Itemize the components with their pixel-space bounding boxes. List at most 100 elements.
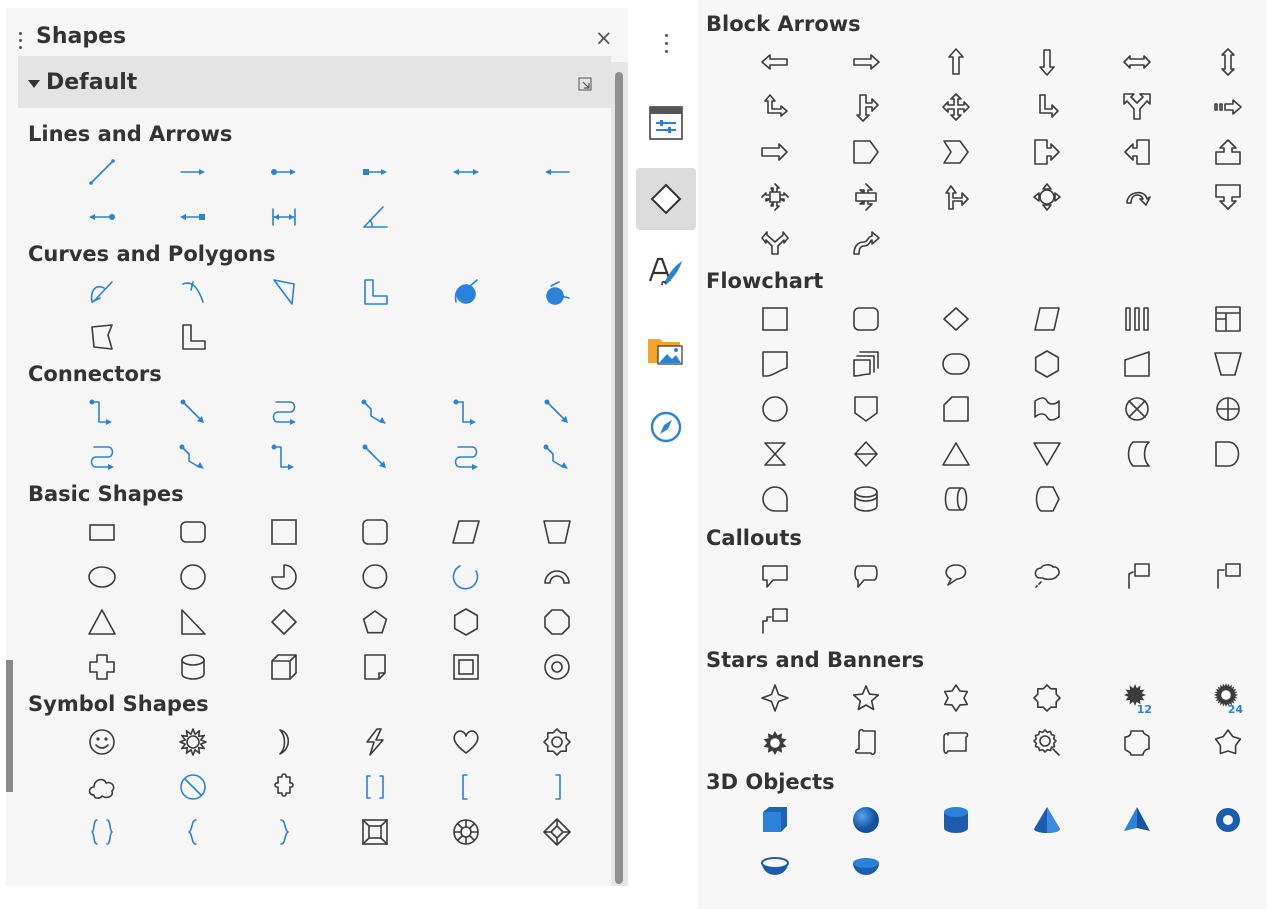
tab-styles[interactable] — [636, 240, 696, 302]
fc-summing-junction-icon[interactable] — [1115, 389, 1159, 429]
line-dot-arrow-icon[interactable] — [262, 152, 306, 192]
line-arrow-dot-left-icon[interactable] — [80, 197, 124, 237]
right-brace-icon[interactable] — [262, 812, 306, 852]
fc-data-icon[interactable] — [1025, 299, 1069, 339]
filled-curve-icon[interactable] — [444, 272, 488, 312]
scroll-horizontal-icon[interactable] — [934, 723, 978, 763]
cloud-icon[interactable] — [80, 767, 124, 807]
puzzle-icon[interactable] — [262, 767, 306, 807]
fc-connector-icon[interactable] — [753, 389, 797, 429]
panel-grip-icon[interactable] — [19, 32, 23, 52]
lightning-icon[interactable] — [353, 722, 397, 762]
arrow-up-right-icon[interactable] — [753, 87, 797, 127]
star-5-icon[interactable] — [844, 678, 888, 718]
star-4-icon[interactable] — [753, 678, 797, 718]
cross-icon[interactable] — [80, 647, 124, 687]
fc-manual-operation-icon[interactable] — [1206, 344, 1250, 384]
frame-icon[interactable] — [444, 647, 488, 687]
polygon-filled-icon[interactable] — [80, 317, 124, 357]
moon-icon[interactable] — [262, 722, 306, 762]
double-brace-icon[interactable] — [80, 812, 124, 852]
circle-pie-icon[interactable] — [262, 557, 306, 597]
line-arrow-square-left-icon[interactable] — [171, 197, 215, 237]
arrow-left-right-icon[interactable] — [1115, 42, 1159, 82]
line-icon[interactable] — [80, 152, 124, 192]
scroll-vertical-icon[interactable] — [844, 723, 888, 763]
rounded-square-icon[interactable] — [353, 512, 397, 552]
connector-line-icon[interactable] — [535, 392, 579, 432]
angle-line-icon[interactable] — [353, 197, 397, 237]
expand-corner-icon[interactable] — [577, 76, 593, 92]
callout-line-3-icon[interactable] — [753, 601, 797, 641]
concave-star-icon[interactable] — [1206, 723, 1250, 763]
pyramid-3d-icon[interactable] — [1115, 800, 1159, 840]
callout-line-2-icon[interactable] — [1206, 556, 1250, 596]
arrow-4way-circle-icon[interactable] — [1025, 177, 1069, 217]
shell-3d-icon[interactable] — [753, 845, 797, 885]
default-group-header[interactable]: Default — [18, 56, 611, 108]
callout-arrow-right-icon[interactable] — [1025, 132, 1069, 172]
connector-elbow-icon[interactable] — [262, 437, 306, 477]
star-6-icon[interactable] — [934, 678, 978, 718]
arrow-down-icon[interactable] — [1025, 42, 1069, 82]
callout-line-1-icon[interactable] — [1115, 556, 1159, 596]
arrow-split-up-icon[interactable] — [753, 222, 797, 262]
right-triangle-icon[interactable] — [171, 602, 215, 642]
arrow-up-icon[interactable] — [934, 42, 978, 82]
cube-3d-icon[interactable] — [753, 800, 797, 840]
fc-offpage-connector-icon[interactable] — [844, 389, 888, 429]
bezier-icon[interactable] — [171, 272, 215, 312]
star-24-icon[interactable]: 24 — [1206, 678, 1250, 718]
callout-arrow-up-icon[interactable] — [1206, 132, 1250, 172]
doorplate-icon[interactable] — [1115, 723, 1159, 763]
fc-process-icon[interactable] — [753, 299, 797, 339]
left-brace-icon[interactable] — [171, 812, 215, 852]
tab-shapes[interactable] — [636, 168, 696, 230]
fc-display-icon[interactable] — [1025, 479, 1069, 519]
tab-gallery[interactable] — [636, 320, 696, 382]
fc-direct-access-icon[interactable] — [934, 479, 978, 519]
pentagon-icon[interactable] — [353, 602, 397, 642]
folded-corner-icon[interactable] — [353, 647, 397, 687]
fc-multidocument-icon[interactable] — [844, 344, 888, 384]
right-bracket-icon[interactable] — [535, 767, 579, 807]
star-12-icon[interactable]: 12 — [1115, 678, 1159, 718]
parallelogram-icon[interactable] — [444, 512, 488, 552]
sphere-3d-icon[interactable] — [844, 800, 888, 840]
signet-icon[interactable] — [1025, 723, 1069, 763]
polygon-45-outline-icon[interactable] — [171, 317, 215, 357]
arrow-right-down-icon[interactable] — [844, 87, 888, 127]
fc-alternate-process-icon[interactable] — [844, 299, 888, 339]
connector-elbow-2-icon[interactable] — [535, 437, 579, 477]
rounded-rectangle-icon[interactable] — [171, 512, 215, 552]
square-bevel-icon[interactable] — [353, 812, 397, 852]
panel-resize-handle[interactable] — [6, 660, 13, 792]
arrow-up-down-icon[interactable] — [1206, 42, 1250, 82]
filled-blob-icon[interactable] — [535, 272, 579, 312]
fc-preparation-icon[interactable] — [1025, 344, 1069, 384]
fc-document-icon[interactable] — [753, 344, 797, 384]
tab-navigator[interactable] — [636, 396, 696, 458]
chevron-icon[interactable] — [934, 132, 978, 172]
connector-elbow-2-icon[interactable] — [171, 437, 215, 477]
fc-delay-icon[interactable] — [1206, 434, 1250, 474]
diamond-bevel-icon[interactable] — [535, 812, 579, 852]
torus-3d-icon[interactable] — [1206, 800, 1250, 840]
connector-line-icon[interactable] — [171, 392, 215, 432]
arrow-left-icon[interactable] — [753, 42, 797, 82]
curve-icon[interactable] — [80, 272, 124, 312]
octagon-icon[interactable] — [535, 602, 579, 642]
dimension-line-icon[interactable] — [262, 197, 306, 237]
connector-curved-icon[interactable] — [80, 437, 124, 477]
more-options-icon[interactable] — [665, 34, 669, 58]
scrollbar-thumb[interactable] — [615, 72, 623, 884]
line-arrows-both-icon[interactable] — [444, 152, 488, 192]
smiley-icon[interactable] — [80, 722, 124, 762]
prohibited-icon[interactable] — [171, 767, 215, 807]
fc-manual-input-icon[interactable] — [1115, 344, 1159, 384]
fc-terminator-icon[interactable] — [934, 344, 978, 384]
callout-arrow-left-icon[interactable] — [1115, 132, 1159, 172]
diamond-icon[interactable] — [262, 602, 306, 642]
callout-arrow-down-icon[interactable] — [1206, 177, 1250, 217]
fc-punched-tape-icon[interactable] — [1025, 389, 1069, 429]
